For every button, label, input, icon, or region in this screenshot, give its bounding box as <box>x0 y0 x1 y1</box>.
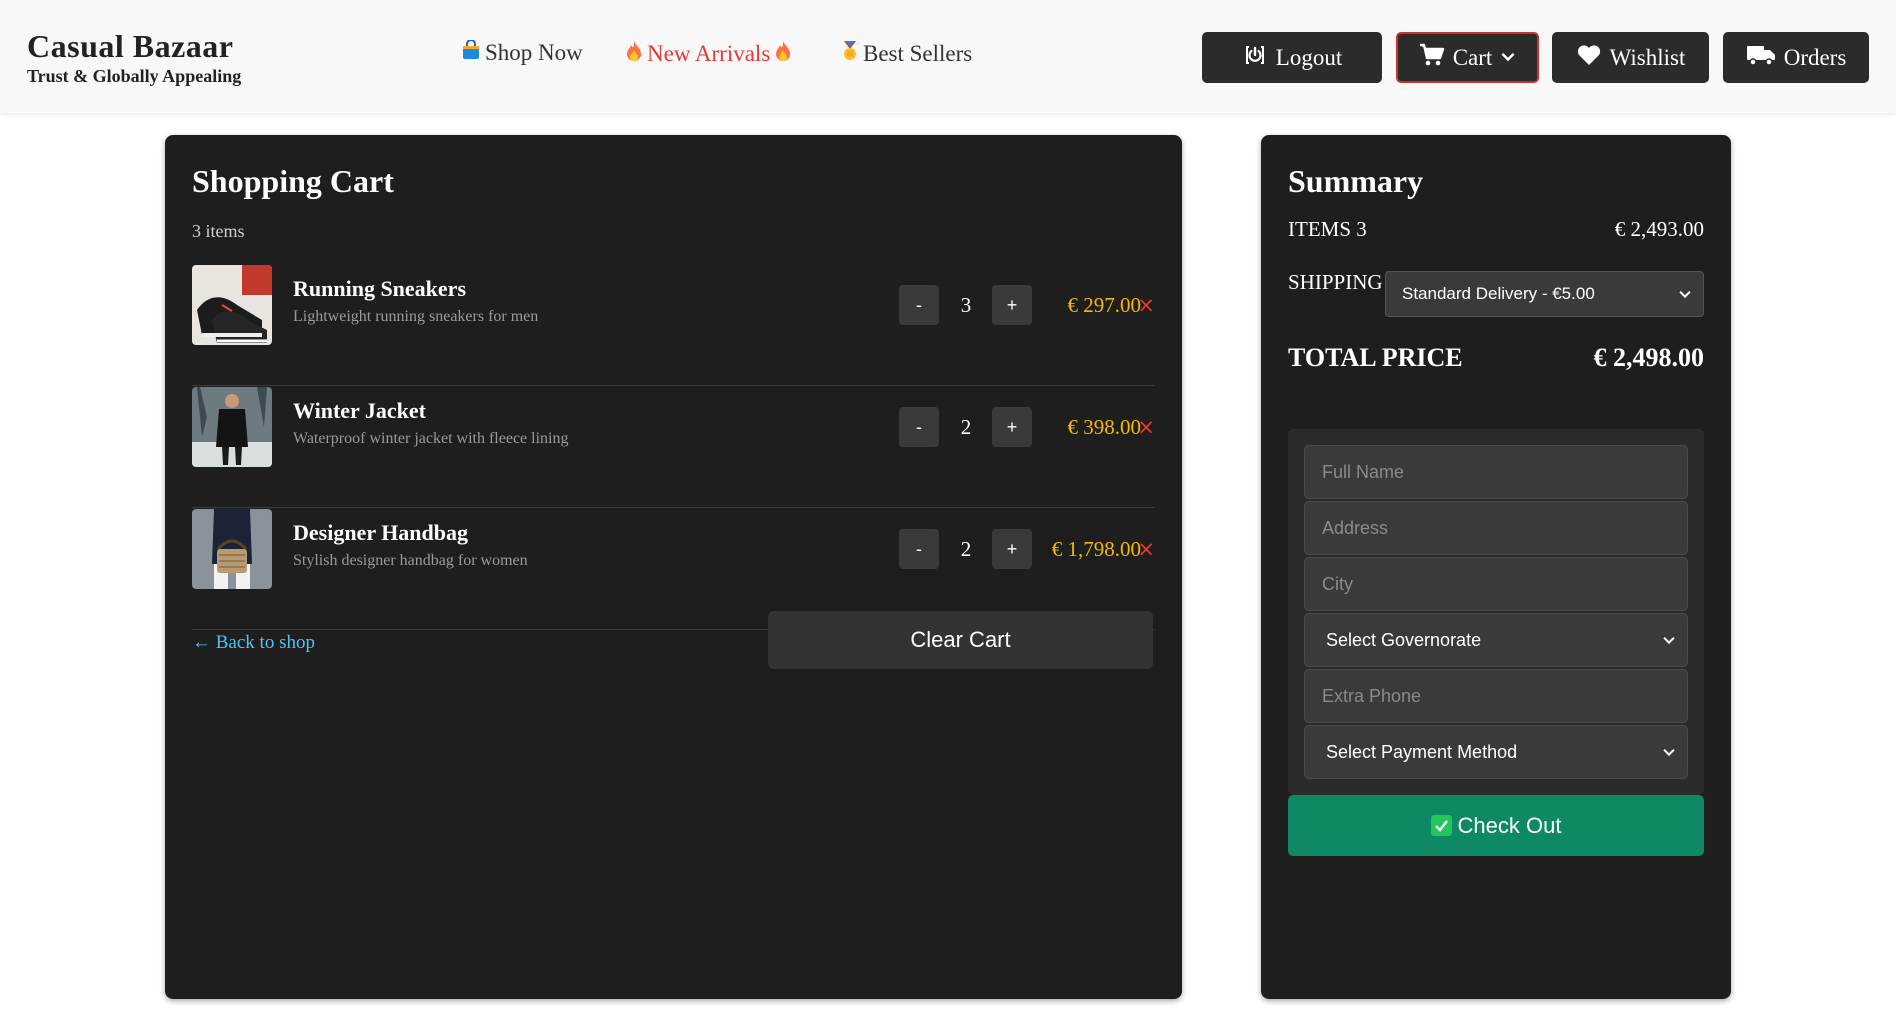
checkout-label: Check Out <box>1457 812 1562 838</box>
item-name: Running Sneakers <box>293 276 467 301</box>
summary-title: Summary <box>1288 163 1424 199</box>
item-price: € 398.00 <box>1067 414 1142 439</box>
item-description: Lightweight running sneakers for men <box>293 308 539 325</box>
remove-item-button[interactable]: × <box>1137 285 1155 325</box>
logout-button[interactable]: Logout <box>1202 32 1382 83</box>
payment-method-select[interactable]: Select Payment Method <box>1304 725 1688 779</box>
item-name: Winter Jacket <box>293 398 426 423</box>
full-name-input[interactable]: Full Name <box>1304 445 1688 499</box>
cart-title: Shopping Cart <box>192 163 394 199</box>
extra-phone-input[interactable]: Extra Phone <box>1304 669 1688 723</box>
governorate-select[interactable]: Select Governorate <box>1304 613 1688 667</box>
cart-item: Running Sneakers Lightweight running sne… <box>192 265 1155 386</box>
wishlist-label: Wishlist <box>1609 44 1686 70</box>
nav-new-arrivals-label: New Arrivals <box>647 41 771 66</box>
checkout-button[interactable]: Check Out <box>1288 795 1704 856</box>
decrease-quantity-button[interactable]: - <box>899 407 939 447</box>
item-quantity: 2 <box>960 414 972 439</box>
nav-shop-now-label: Shop Now <box>485 40 583 65</box>
increase-quantity-button[interactable]: + <box>992 407 1032 447</box>
items-label: ITEMS 3 <box>1288 217 1367 241</box>
governorate-selected-value: Select Governorate <box>1326 629 1482 650</box>
cart-label: Cart <box>1452 44 1493 70</box>
order-summary-panel: Summary ITEMS 3 € 2,493.00 SHIPPING Stan… <box>1261 135 1731 999</box>
brand[interactable]: Casual Bazaar Trust & Globally Appealing <box>27 26 241 86</box>
product-image-jacket <box>192 387 272 467</box>
shopping-bag-icon <box>461 39 481 66</box>
shipping-select[interactable]: Standard Delivery - €5.00 <box>1385 271 1704 317</box>
shipping-label: SHIPPING <box>1288 270 1383 294</box>
items-subtotal-row: ITEMS 3 € 2,493.00 <box>1288 217 1704 242</box>
fire-icon <box>625 40 643 68</box>
item-description: Waterproof winter jacket with fleece lin… <box>293 430 569 447</box>
address-input[interactable]: Address <box>1304 501 1688 555</box>
clear-cart-button[interactable]: Clear Cart <box>768 611 1153 669</box>
item-quantity: 3 <box>960 292 972 317</box>
cart-button[interactable]: Cart <box>1396 32 1539 83</box>
decrease-quantity-button[interactable]: - <box>899 285 939 325</box>
check-icon <box>1430 815 1452 836</box>
chevron-down-icon <box>1663 744 1675 757</box>
city-input[interactable]: City <box>1304 557 1688 611</box>
chevron-down-icon <box>1500 45 1516 71</box>
nav-shop-now[interactable]: Shop Now <box>461 39 583 66</box>
increase-quantity-button[interactable]: + <box>992 529 1032 569</box>
logout-label: Logout <box>1275 44 1343 70</box>
heart-icon <box>1576 42 1602 74</box>
cart-items-count: 3 items <box>192 221 245 241</box>
brand-name: Casual Bazaar <box>27 28 234 64</box>
decrease-quantity-button[interactable]: - <box>899 529 939 569</box>
remove-item-button[interactable]: × <box>1137 529 1155 569</box>
nav-new-arrivals[interactable]: New Arrivals <box>625 40 792 68</box>
nav-best-sellers[interactable]: Best Sellers <box>841 40 972 68</box>
items-subtotal: € 2,493.00 <box>1614 217 1704 241</box>
payment-method-selected-value: Select Payment Method <box>1326 741 1518 762</box>
shipping-selected-value: Standard Delivery - €5.00 <box>1402 284 1595 303</box>
back-to-shop-link[interactable]: ← Back to shop <box>192 632 315 654</box>
wishlist-button[interactable]: Wishlist <box>1552 32 1709 83</box>
cart-item: Winter Jacket Waterproof winter jacket w… <box>192 387 1155 508</box>
shopping-cart-panel: Shopping Cart 3 items Running Sneakers L… <box>165 135 1182 999</box>
nav-best-sellers-label: Best Sellers <box>863 41 973 66</box>
chevron-down-icon <box>1679 286 1691 299</box>
brand-tagline: Trust & Globally Appealing <box>27 66 242 86</box>
product-image-handbag <box>192 509 272 589</box>
total-price-row: TOTAL PRICE € 2,498.00 <box>1288 343 1704 373</box>
item-name: Designer Handbag <box>293 520 469 545</box>
item-price: € 1,798.00 <box>1051 536 1141 561</box>
orders-label: Orders <box>1783 44 1847 70</box>
item-price: € 297.00 <box>1067 292 1142 317</box>
truck-icon <box>1746 42 1776 74</box>
item-description: Stylish designer handbag for women <box>293 552 528 569</box>
chevron-down-icon <box>1663 632 1675 645</box>
orders-button[interactable]: Orders <box>1723 32 1869 83</box>
top-navbar: Casual Bazaar Trust & Globally Appealing… <box>0 0 1896 113</box>
cart-icon <box>1419 42 1445 74</box>
power-icon <box>1242 42 1268 74</box>
item-quantity: 2 <box>960 536 972 561</box>
remove-item-button[interactable]: × <box>1137 407 1155 447</box>
total-price-label: TOTAL PRICE <box>1288 343 1463 372</box>
product-image-sneakers <box>192 265 272 345</box>
increase-quantity-button[interactable]: + <box>992 285 1032 325</box>
fire-icon <box>774 40 792 68</box>
total-price-value: € 2,498.00 <box>1593 343 1705 372</box>
checkout-form: Full Name Address City Select Governorat… <box>1288 429 1704 795</box>
medal-icon <box>841 40 859 68</box>
